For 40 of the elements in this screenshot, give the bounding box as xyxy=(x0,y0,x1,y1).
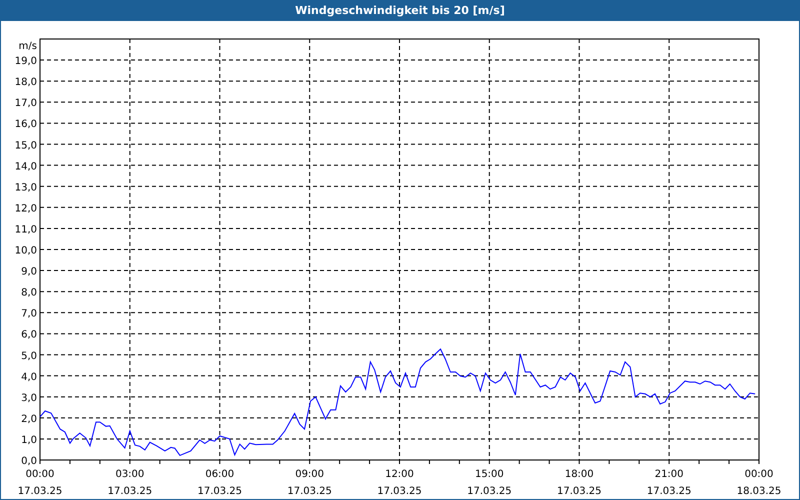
x-tick-time: 06:00 xyxy=(205,469,234,480)
y-tick-label: 2,0 xyxy=(21,414,37,425)
x-tick-date: 17.03.25 xyxy=(467,486,512,497)
y-tick-label: 1,0 xyxy=(21,434,37,446)
y-tick-label: 3,0 xyxy=(21,392,37,404)
y-tick-label: 16,0 xyxy=(14,119,37,130)
x-tick-time: 00:00 xyxy=(26,469,54,480)
y-tick-label: 15,0 xyxy=(14,140,37,152)
y-tick-label: 4,0 xyxy=(21,372,37,383)
x-tick-time: 12:00 xyxy=(385,469,414,480)
y-tick-label: 19,0 xyxy=(14,56,37,68)
x-tick-time: 00:00 xyxy=(744,469,774,480)
x-tick-time: 18:00 xyxy=(564,469,594,480)
x-tick-date: 17.03.25 xyxy=(646,486,692,497)
y-tick-label: 17,0 xyxy=(14,98,37,110)
x-tick-date: 17.03.25 xyxy=(377,486,422,497)
y-tick-label: 13,0 xyxy=(14,182,37,194)
y-tick-label: 7,0 xyxy=(21,308,37,320)
y-tick-label: 5,0 xyxy=(21,350,37,362)
x-tick-date: 17.03.25 xyxy=(18,486,62,497)
x-tick-time: 09:00 xyxy=(295,469,324,480)
x-tick-date: 17.03.25 xyxy=(556,486,602,497)
y-tick-label: 0,0 xyxy=(21,456,37,467)
y-tick-label: 11,0 xyxy=(14,224,37,236)
x-tick-date: 17.03.25 xyxy=(108,486,152,497)
y-axis-unit: m/s xyxy=(18,41,37,52)
x-tick-date: 17.03.25 xyxy=(287,486,332,497)
x-tick-time: 03:00 xyxy=(115,469,144,480)
x-tick-date: 17.03.25 xyxy=(197,486,242,497)
y-tick-label: 10,0 xyxy=(14,246,37,256)
window-title: Windgeschwindigkeit bis 20 [m/s] xyxy=(1,0,799,21)
y-tick-label: 6,0 xyxy=(21,330,37,341)
y-tick-label: 9,0 xyxy=(21,266,37,278)
y-tick-label: 14,0 xyxy=(14,161,37,172)
x-tick-time: 21:00 xyxy=(654,469,684,480)
x-tick-date: 18.03.25 xyxy=(736,486,782,497)
y-tick-label: 18,0 xyxy=(14,77,37,88)
x-tick-time: 15:00 xyxy=(474,469,504,480)
y-tick-label: 12,0 xyxy=(14,203,37,214)
y-tick-label: 8,0 xyxy=(21,288,37,299)
